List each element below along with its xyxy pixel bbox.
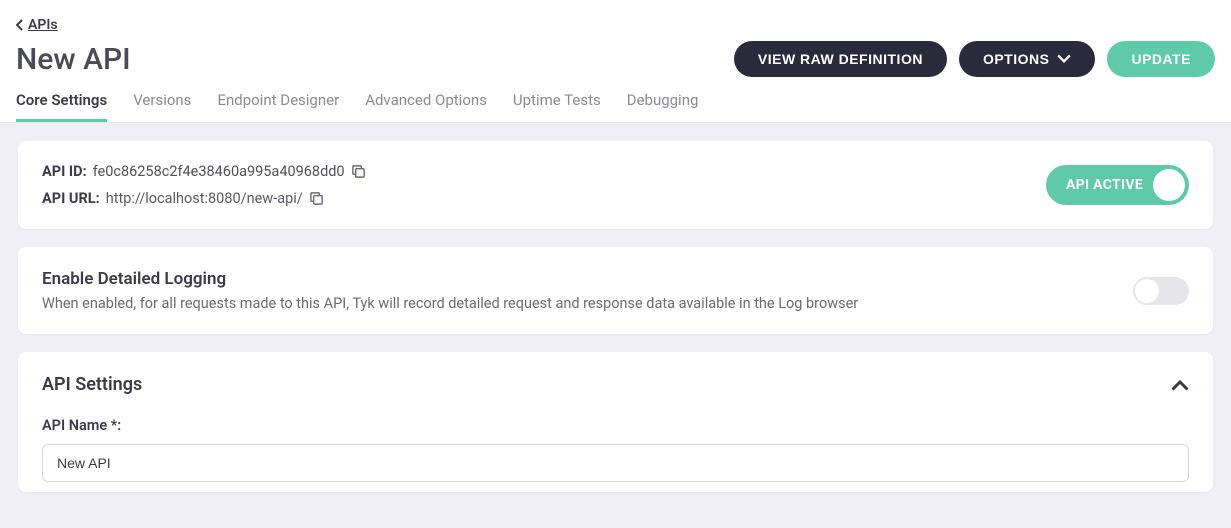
breadcrumb-apis[interactable]: APIs — [16, 17, 58, 33]
api-active-toggle[interactable]: API ACTIVE — [1046, 165, 1189, 205]
header-actions: VIEW RAW DEFINITION OPTIONS UPDATE — [734, 41, 1215, 77]
api-id-label: API ID: — [42, 163, 87, 180]
api-id-value: fe0c86258c2f4e38460a995a40968dd0 — [93, 163, 345, 180]
page-title: New API — [16, 42, 131, 77]
logging-title: Enable Detailed Logging — [42, 269, 858, 289]
logging-toggle[interactable] — [1133, 277, 1189, 305]
api-name-input[interactable] — [42, 444, 1189, 482]
tabs: Core Settings Versions Endpoint Designer… — [0, 77, 1231, 123]
logging-description: When enabled, for all requests made to t… — [42, 295, 858, 312]
toggle-knob — [1153, 169, 1185, 201]
update-button[interactable]: UPDATE — [1107, 41, 1215, 77]
api-url-value: http://localhost:8080/new-api/ — [106, 190, 303, 207]
logging-card: Enable Detailed Logging When enabled, fo… — [18, 247, 1213, 334]
options-button[interactable]: OPTIONS — [959, 41, 1096, 77]
chevron-up-icon[interactable] — [1171, 376, 1189, 394]
api-settings-card: API Settings API Name *: — [18, 352, 1213, 492]
chevron-left-icon — [16, 19, 24, 31]
tab-core-settings[interactable]: Core Settings — [16, 91, 107, 122]
api-settings-title: API Settings — [42, 374, 142, 395]
api-active-label: API ACTIVE — [1066, 177, 1143, 193]
copy-icon[interactable] — [309, 191, 324, 206]
tab-uptime-tests[interactable]: Uptime Tests — [513, 91, 601, 122]
tab-advanced-options[interactable]: Advanced Options — [365, 91, 487, 122]
tab-versions[interactable]: Versions — [133, 91, 191, 122]
chevron-down-icon — [1057, 52, 1071, 66]
api-name-label: API Name *: — [42, 417, 1189, 434]
view-raw-definition-button[interactable]: VIEW RAW DEFINITION — [734, 41, 947, 77]
copy-icon[interactable] — [351, 164, 366, 179]
api-info-card: API ID: fe0c86258c2f4e38460a995a40968dd0… — [18, 141, 1213, 229]
breadcrumb-label: APIs — [28, 17, 58, 33]
api-url-label: API URL: — [42, 190, 100, 207]
tab-debugging[interactable]: Debugging — [627, 91, 699, 122]
tab-endpoint-designer[interactable]: Endpoint Designer — [217, 91, 339, 122]
options-button-label: OPTIONS — [983, 51, 1050, 67]
toggle-knob — [1135, 279, 1159, 303]
